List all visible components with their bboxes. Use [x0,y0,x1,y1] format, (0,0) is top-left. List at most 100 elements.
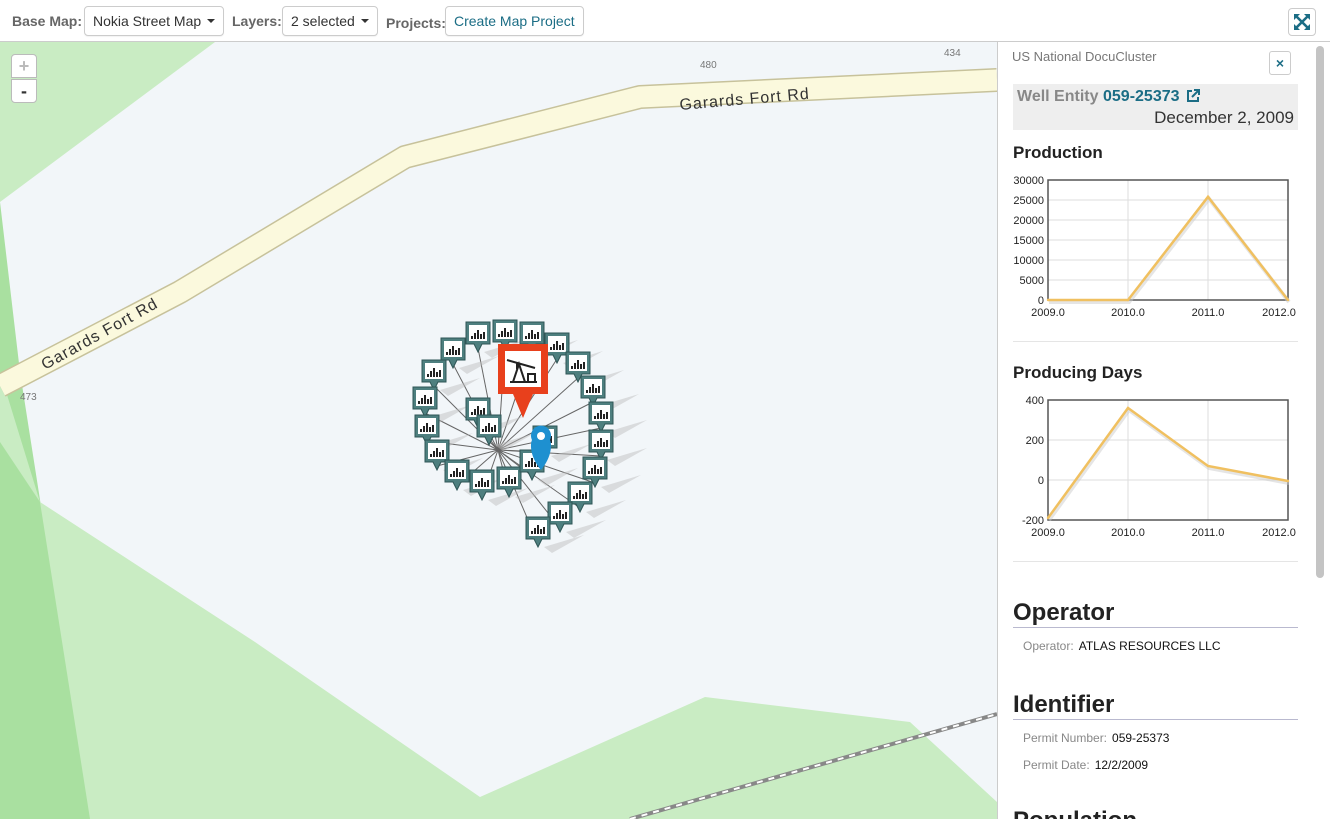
layers-label: Layers: [232,13,282,29]
chart-marker-icon[interactable] [412,386,438,419]
bar-glyph [600,467,602,474]
bar-glyph [580,364,582,369]
layers-dropdown[interactable]: 2 selected [282,6,378,36]
basemap-dropdown[interactable]: Nokia Street Map [84,6,225,36]
bar-glyph [439,452,441,457]
chart-marker-icon[interactable] [476,414,502,447]
entity-date: December 2, 2009 [1154,108,1294,127]
bar-glyph [501,331,503,337]
projects-label: Projects: [386,15,446,31]
entity-id-link[interactable]: 059-25373 [1103,88,1180,106]
bar-glyph [459,472,461,477]
bar-glyph [550,347,552,350]
x-tick-label: 2009.0 [1031,307,1065,319]
bar-glyph [510,330,512,337]
chart-marker-icon[interactable] [444,459,470,492]
producing-days-chart: -200 0 200 400 2009.0 2010.0 2011.0 2012.0 [1022,395,1296,539]
chart-marker-icon[interactable] [421,359,447,392]
bar-glyph [427,399,429,404]
bar-glyph [600,438,602,447]
bar-glyph [436,448,438,457]
expand-icon [1294,14,1310,30]
operator-key: Operator: [1023,639,1074,653]
bar-glyph [442,450,444,457]
bar-glyph [528,333,530,339]
bar-glyph [484,482,486,487]
bar-glyph [534,462,536,467]
detail-panel: US National DocuCluster × Well Entity 05… [997,42,1330,819]
bar-glyph [579,490,581,499]
divider [1013,561,1298,562]
bar-glyph [582,494,584,499]
bar-glyph [429,427,431,432]
bar-glyph [480,334,482,339]
bar-glyph [487,480,489,487]
bar-glyph [597,413,599,419]
y-tick-label: 400 [1026,395,1044,407]
y-tick-label: 20000 [1013,215,1044,227]
chart-marker-icon[interactable] [588,401,614,434]
x-tick-label: 2009.0 [1031,527,1065,539]
bar-glyph [432,425,434,432]
producing-days-chart-title: Producing Days [1013,363,1143,382]
y-tick-label: 5000 [1020,275,1044,287]
permit-number-key: Permit Number: [1023,731,1108,745]
zoom-out-button[interactable]: - [11,79,37,103]
y-tick-label: -200 [1022,515,1044,527]
chart-marker-icon[interactable] [525,516,551,549]
bar-glyph [483,332,485,339]
bar-glyph [474,409,476,415]
bar-glyph [474,333,476,339]
divider [1013,341,1298,342]
bar-glyph [452,346,454,355]
create-map-project-button[interactable]: Create Map Project [445,6,584,36]
chart-marker-icon[interactable] [469,469,495,502]
bar-glyph [433,451,435,457]
bar-glyph [498,334,500,337]
identifier-heading: Identifier [1013,691,1298,720]
bar-glyph [595,388,597,393]
population-heading-partial: Population [1013,807,1298,819]
entity-header: Well Entity 059-25373 December 2, 2009 [1013,84,1298,130]
operator-field: Operator: ATLAS RESOURCES LLC [1023,639,1221,653]
zoom-in-button[interactable]: + [11,54,37,78]
operator-value: ATLAS RESOURCES LLC [1078,639,1221,653]
fullscreen-button[interactable] [1288,8,1316,36]
bar-glyph [439,370,441,377]
bar-glyph [574,363,576,369]
bar-glyph [591,468,593,474]
chart-marker-icon[interactable] [465,321,491,354]
marker-cluster[interactable] [412,319,647,553]
bar-glyph [504,328,506,337]
bar-glyph [597,441,599,447]
bar-glyph [480,410,482,415]
map-view[interactable]: Garards Fort Rd Garards Fort Rd 480 434 … [0,42,997,819]
chart-marker-icon[interactable] [547,501,573,534]
bar-glyph [477,330,479,339]
close-panel-button[interactable]: × [1269,51,1291,75]
bar-glyph [594,416,596,419]
data-point [1126,406,1130,410]
chart-marker-icon[interactable] [544,332,570,365]
bar-glyph [446,352,448,355]
bar-glyph [450,474,452,477]
series-line [1048,194,1289,302]
bar-glyph [421,398,423,404]
bar-glyph [537,332,539,339]
basemap-value: Nokia Street Map [93,13,202,29]
road-label: Garards Fort Rd [39,295,161,373]
bar-glyph [583,362,585,369]
bar-glyph [603,414,605,419]
bar-glyph [477,406,479,415]
bar-glyph [430,371,432,377]
y-tick-label: 10000 [1013,255,1044,267]
series-shadow [1049,195,1291,304]
y-tick-label: 0 [1038,295,1044,307]
oil-well-marker-icon[interactable] [498,344,548,418]
bar-glyph [531,330,533,339]
external-link-icon[interactable] [1185,88,1201,104]
x-tick-label: 2010.0 [1111,307,1145,319]
bar-glyph [553,516,555,519]
x-tick-label: 2012.0 [1262,527,1296,539]
panel-scrollbar[interactable] [1316,46,1324,578]
